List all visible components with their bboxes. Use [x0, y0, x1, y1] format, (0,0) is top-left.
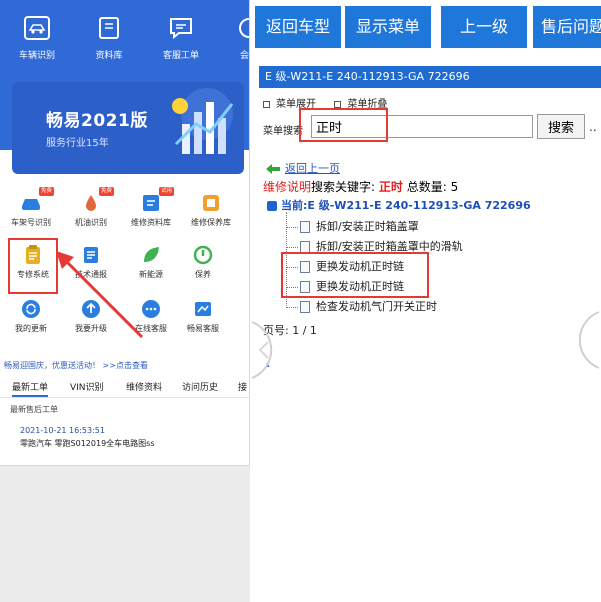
- grid-label: 保养: [195, 270, 211, 279]
- repair-manual-panel: 返回车型 显示菜单 上一级 售后问题 E 级-W211-E 240-112913…: [253, 0, 601, 602]
- up-level-button[interactable]: 上一级: [441, 6, 527, 48]
- grid-label: 维修保养库: [191, 218, 231, 227]
- current-path: 当前:E 级-W211-E 240-112913-GA 722696: [267, 197, 531, 213]
- search-button[interactable]: 搜索: [537, 114, 585, 139]
- show-menu-button[interactable]: 显示菜单: [345, 6, 431, 48]
- grid-label: 我的更新: [15, 324, 47, 333]
- grid-label: 维修资料库: [131, 218, 171, 227]
- banner-subtitle: 服务行业15年: [46, 138, 109, 149]
- nav-service-ticket[interactable]: 客服工单: [150, 16, 212, 76]
- tree-root-icon: [267, 201, 277, 211]
- nav-label: 资料库: [95, 51, 123, 61]
- red-arrow-icon: [56, 251, 144, 339]
- nav-label: 车辆识别: [18, 51, 55, 61]
- grid-support[interactable]: 畅易客服: [174, 298, 232, 350]
- list-subtitle: 最新售后工单: [10, 405, 58, 414]
- badge-free: 免费: [38, 187, 54, 196]
- document-icon: [300, 221, 310, 233]
- nav-car-scan[interactable]: 车辆识别: [6, 16, 68, 76]
- tab-history[interactable]: 访问历史: [182, 380, 218, 393]
- maintenance-icon: [200, 192, 222, 214]
- tab-more[interactable]: 接: [238, 380, 247, 393]
- tab-vin[interactable]: VIN识别: [70, 380, 104, 393]
- nav-label: 客服工单: [162, 51, 199, 61]
- grid-care[interactable]: 保养: [174, 244, 232, 296]
- green-back-arrow-icon: [266, 164, 280, 174]
- nav-label: 会员: [239, 51, 249, 61]
- toolbar: 返回车型 显示菜单 上一级 售后问题: [253, 0, 601, 55]
- tree-item-label: 拆卸/安装正时箱盖罩: [316, 220, 419, 233]
- vin-icon: 免费: [20, 187, 54, 214]
- list-item-title: 零跑汽车 零跑S012019全车电路图ss: [20, 439, 155, 448]
- tree-item[interactable]: 拆卸/安装正时箱盖罩: [286, 218, 419, 238]
- prev-page-arc-icon[interactable]: [250, 320, 282, 380]
- tab-repair-data[interactable]: 维修资料: [126, 380, 162, 393]
- nav-library[interactable]: 资料库: [78, 16, 140, 76]
- banner-title: 畅易2021版: [46, 111, 148, 131]
- banner-chart-illustration-icon: [172, 88, 234, 154]
- highlight-timing-chain-items: [281, 252, 429, 298]
- grid-label: 机油识别: [75, 218, 107, 227]
- after-sales-button[interactable]: 售后问题: [533, 6, 601, 48]
- update-icon: [20, 298, 42, 320]
- more-dots: ..: [589, 120, 597, 134]
- current-path-text: 当前:E 级-W211-E 240-112913-GA 722696: [281, 199, 531, 212]
- support-icon: [192, 298, 214, 320]
- info-count: 5: [450, 180, 459, 194]
- info-mid: 搜索关键字:: [311, 180, 376, 194]
- grid-repair-library[interactable]: 试用 维修资料库: [122, 187, 180, 244]
- grid-label: 畅易客服: [187, 324, 219, 333]
- search-label: 菜单搜索: [263, 126, 303, 137]
- tab-latest-tickets[interactable]: 最新工单: [12, 380, 49, 397]
- promo-banner[interactable]: 畅易2021版 服务行业15年: [12, 82, 244, 174]
- promo-strip[interactable]: 畅易迎国庆，优惠送活动！ >>点击查看: [0, 358, 249, 374]
- list-item-time: 2021-10-21 16:53:51: [20, 426, 105, 435]
- nav-member[interactable]: 会员: [218, 16, 249, 76]
- phone-app-panel: 车辆识别 资料库 客服工单 会员 畅易2021版 服务行业15年: [0, 0, 250, 602]
- grid-oil-recognition[interactable]: 免费 机油识别: [62, 187, 120, 244]
- tree-item[interactable]: 检查发动机气门开关正时: [286, 298, 437, 318]
- collapse-icon: [334, 100, 342, 108]
- banner-pager[interactable]: [152, 166, 186, 174]
- list-item[interactable]: 2021-10-21 16:53:51 零跑汽车 零跑S012019全车电路图s…: [20, 426, 155, 449]
- vehicle-path-bar: E 级-W211-E 240-112913-GA 722696: [259, 66, 601, 88]
- repair-data-icon: 试用: [140, 187, 174, 214]
- info-count-label: 总数量:: [406, 180, 447, 194]
- grid-maintenance-library[interactable]: 维修保养库: [182, 192, 240, 244]
- back-row: 返回上一页: [265, 160, 340, 176]
- phone-screen: 车辆识别 资料库 客服工单 会员 畅易2021版 服务行业15年: [0, 0, 250, 466]
- grid-vin-recognition[interactable]: 免费 车架号识别: [2, 187, 60, 244]
- grid-label: 车架号识别: [11, 218, 51, 227]
- care-icon: [192, 244, 214, 266]
- document-icon: [300, 301, 310, 313]
- expand-icon: [263, 100, 270, 108]
- badge-trial: 试用: [158, 187, 174, 196]
- next-page-arc-icon[interactable]: [579, 310, 601, 370]
- highlight-search-input: [299, 108, 388, 142]
- book-icon: [99, 17, 119, 39]
- tree-item-label: 检查发动机气门开关正时: [316, 300, 437, 313]
- oil-icon: 免费: [80, 187, 114, 214]
- back-to-models-button[interactable]: 返回车型: [255, 6, 341, 48]
- bottom-tabs: 最新工单 VIN识别 维修资料 访问历史 接: [0, 376, 249, 398]
- member-icon: [239, 18, 249, 38]
- chat-icon: [170, 18, 192, 40]
- back-link[interactable]: 返回上一页: [285, 162, 340, 175]
- info-prefix: 维修说明: [263, 180, 312, 194]
- badge-free: 免费: [98, 187, 114, 196]
- info-keyword: 正时: [378, 180, 403, 194]
- search-info: 维修说明搜索关键字: 正时 总数量: 5: [263, 178, 458, 195]
- car-scan-icon: [24, 16, 50, 40]
